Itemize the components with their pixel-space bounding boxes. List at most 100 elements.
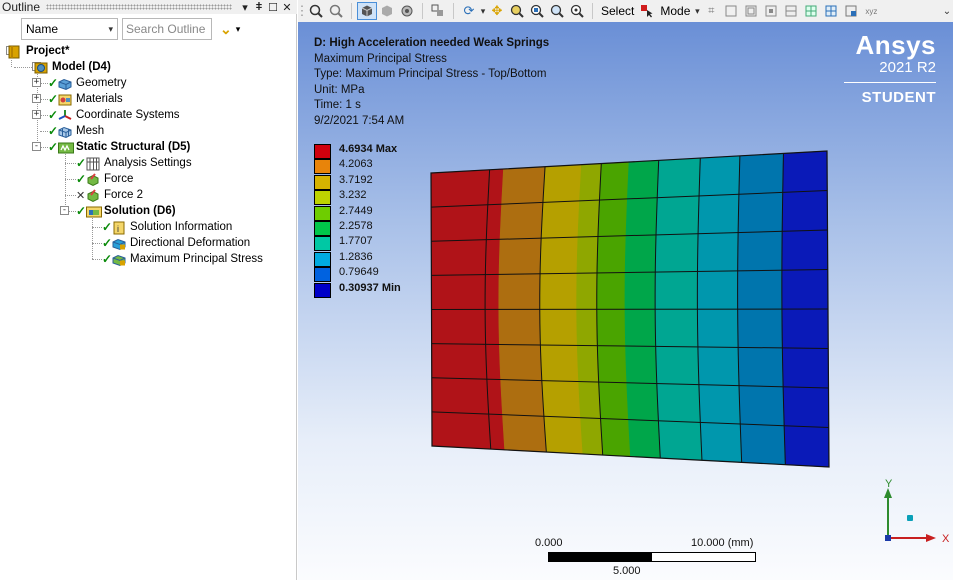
coordinate-systems-icon — [58, 109, 72, 122]
graphics-viewport[interactable]: D: High Acceleration needed Weak Springs… — [298, 22, 953, 580]
scale-left-label: 0.000 — [535, 537, 563, 549]
scale-right-label: 10.000 (mm) — [691, 537, 754, 549]
pan-icon[interactable]: ✥ — [487, 2, 507, 20]
tree-item-force[interactable]: ✓ Force — [76, 171, 133, 187]
tree-connector — [40, 83, 48, 84]
tree-connector — [92, 227, 102, 228]
tree-item-label: Coordinate Systems — [76, 109, 180, 121]
collapse-icon[interactable]: - — [60, 206, 69, 215]
rotate-icon[interactable]: ⟳ — [459, 2, 479, 20]
contour-plot[interactable] — [298, 22, 953, 580]
tree-item-materials[interactable]: ✓ Materials — [48, 91, 123, 107]
maximize-icon[interactable]: ☐ — [266, 1, 280, 14]
expand-icon[interactable]: + — [32, 78, 41, 87]
expand-icon[interactable]: + — [32, 110, 41, 119]
solution-information-icon: i — [112, 221, 126, 234]
chevron-down-icon[interactable]: ▾ — [479, 2, 487, 20]
select-edge-icon[interactable] — [721, 2, 741, 20]
tree-connector — [68, 211, 76, 212]
name-select-value: Name — [26, 22, 59, 36]
tree-item-label: Geometry — [76, 77, 127, 89]
collapse-icon[interactable]: - — [32, 142, 41, 151]
tree-connector — [14, 67, 34, 68]
pin-icon[interactable]: ǂ — [252, 1, 266, 13]
tree-item-geometry[interactable]: ✓ Geometry — [48, 75, 127, 91]
tree-connector — [40, 131, 48, 132]
tree-item-force-2[interactable]: ✕ Force 2 — [76, 187, 143, 203]
search-input[interactable] — [122, 18, 212, 40]
zoom-all-icon[interactable] — [567, 2, 587, 20]
shaded-box-icon[interactable] — [357, 2, 377, 20]
project-icon — [8, 45, 22, 58]
triad-y-label: Y — [885, 478, 893, 490]
select-node-icon[interactable] — [801, 2, 821, 20]
chevron-down-icon[interactable]: ▾ — [693, 2, 701, 20]
tree-item-label: Model (D4) — [52, 61, 111, 73]
select-cursor-icon[interactable] — [637, 2, 657, 20]
select-vertex-icon[interactable]: ⌗ — [701, 2, 721, 20]
status-check-icon: ✓ — [76, 156, 87, 170]
status-check-icon: ✓ — [48, 140, 59, 154]
tree-connector — [65, 163, 76, 164]
select-mesh-icon[interactable] — [821, 2, 841, 20]
select-face-icon[interactable] — [741, 2, 761, 20]
tree-item-solution[interactable]: ✓ Solution (D6) — [76, 203, 176, 219]
zoom-box-icon[interactable] — [527, 2, 547, 20]
name-select[interactable]: Name ▾ — [21, 18, 118, 40]
status-check-icon: ✓ — [48, 92, 59, 106]
mode-label[interactable]: Mode — [657, 4, 693, 18]
outline-grip[interactable] — [46, 4, 232, 10]
select-element-icon[interactable] — [781, 2, 801, 20]
tree-item-label: Mesh — [76, 125, 105, 137]
scale-bar-fill — [549, 553, 652, 561]
triad-x-label: X — [942, 533, 950, 545]
tree-connector — [40, 115, 48, 116]
tree-item-label: Analysis Settings — [104, 157, 192, 169]
zoom-out-icon[interactable] — [326, 2, 346, 20]
tree-item-model[interactable]: Model (D4) — [34, 59, 111, 75]
view-icon[interactable] — [397, 2, 417, 20]
tree-item-static-structural[interactable]: ✓ Static Structural (D5) — [48, 139, 190, 155]
outline-controls: Name ▾ ⌄ ▾ — [0, 16, 297, 42]
search-chevron-icon[interactable]: ⌄ — [220, 21, 232, 38]
force-icon — [86, 172, 100, 186]
analysis-settings-icon — [86, 157, 100, 170]
tree-connector — [65, 179, 76, 180]
outline-title: Outline — [2, 0, 41, 14]
status-suppressed-icon: ✕ — [76, 189, 86, 202]
toolbar-grip-icon: ⋮ — [295, 3, 309, 18]
geometry-icon — [58, 77, 72, 90]
status-check-icon: ✓ — [48, 76, 59, 90]
tree-item-label: Materials — [76, 93, 123, 105]
coordinate-icon[interactable]: xyz — [861, 2, 881, 20]
axis-triad[interactable]: Y X — [878, 478, 953, 550]
search-dropdown-icon[interactable]: ▾ — [236, 24, 241, 35]
select-label[interactable]: Select — [598, 4, 637, 18]
tree-item-mesh[interactable]: ✓ Mesh — [48, 123, 104, 139]
tree-item-solution-information[interactable]: ✓ i Solution Information — [102, 219, 232, 235]
tree-item-directional-deformation[interactable]: ✓ Directional Deformation — [102, 235, 250, 251]
tree-connector — [92, 216, 93, 259]
tree-connector — [92, 259, 102, 260]
select-elements-icon[interactable] — [841, 2, 861, 20]
tree-connector — [65, 195, 76, 196]
scale-mid-label: 5.000 — [613, 565, 641, 577]
wireframe-box-icon[interactable] — [377, 2, 397, 20]
tree-item-maximum-principal-stress[interactable]: ✓ Maximum Principal Stress — [102, 251, 263, 267]
zoom-in-icon[interactable] — [306, 2, 326, 20]
tree-connector — [11, 60, 12, 67]
tree-item-analysis-settings[interactable]: ✓ Analysis Settings — [76, 155, 192, 171]
close-icon[interactable]: ✕ — [280, 1, 294, 14]
tree-item-label: Maximum Principal Stress — [130, 253, 263, 265]
expand-icon[interactable]: + — [32, 94, 41, 103]
zoom-icon[interactable] — [507, 2, 527, 20]
zoom-fit-icon[interactable] — [547, 2, 567, 20]
static-structural-icon — [58, 141, 74, 154]
force-icon — [86, 188, 100, 202]
toolbar-overflow-icon[interactable]: ⌄ — [941, 2, 953, 20]
select-mode-icon[interactable] — [428, 2, 448, 20]
tree-item-project[interactable]: Project* — [8, 43, 69, 59]
tree-item-coordinate-systems[interactable]: ✓ Coordinate Systems — [48, 107, 180, 123]
dropdown-icon[interactable]: ▾ — [238, 1, 252, 14]
select-body-icon[interactable] — [761, 2, 781, 20]
